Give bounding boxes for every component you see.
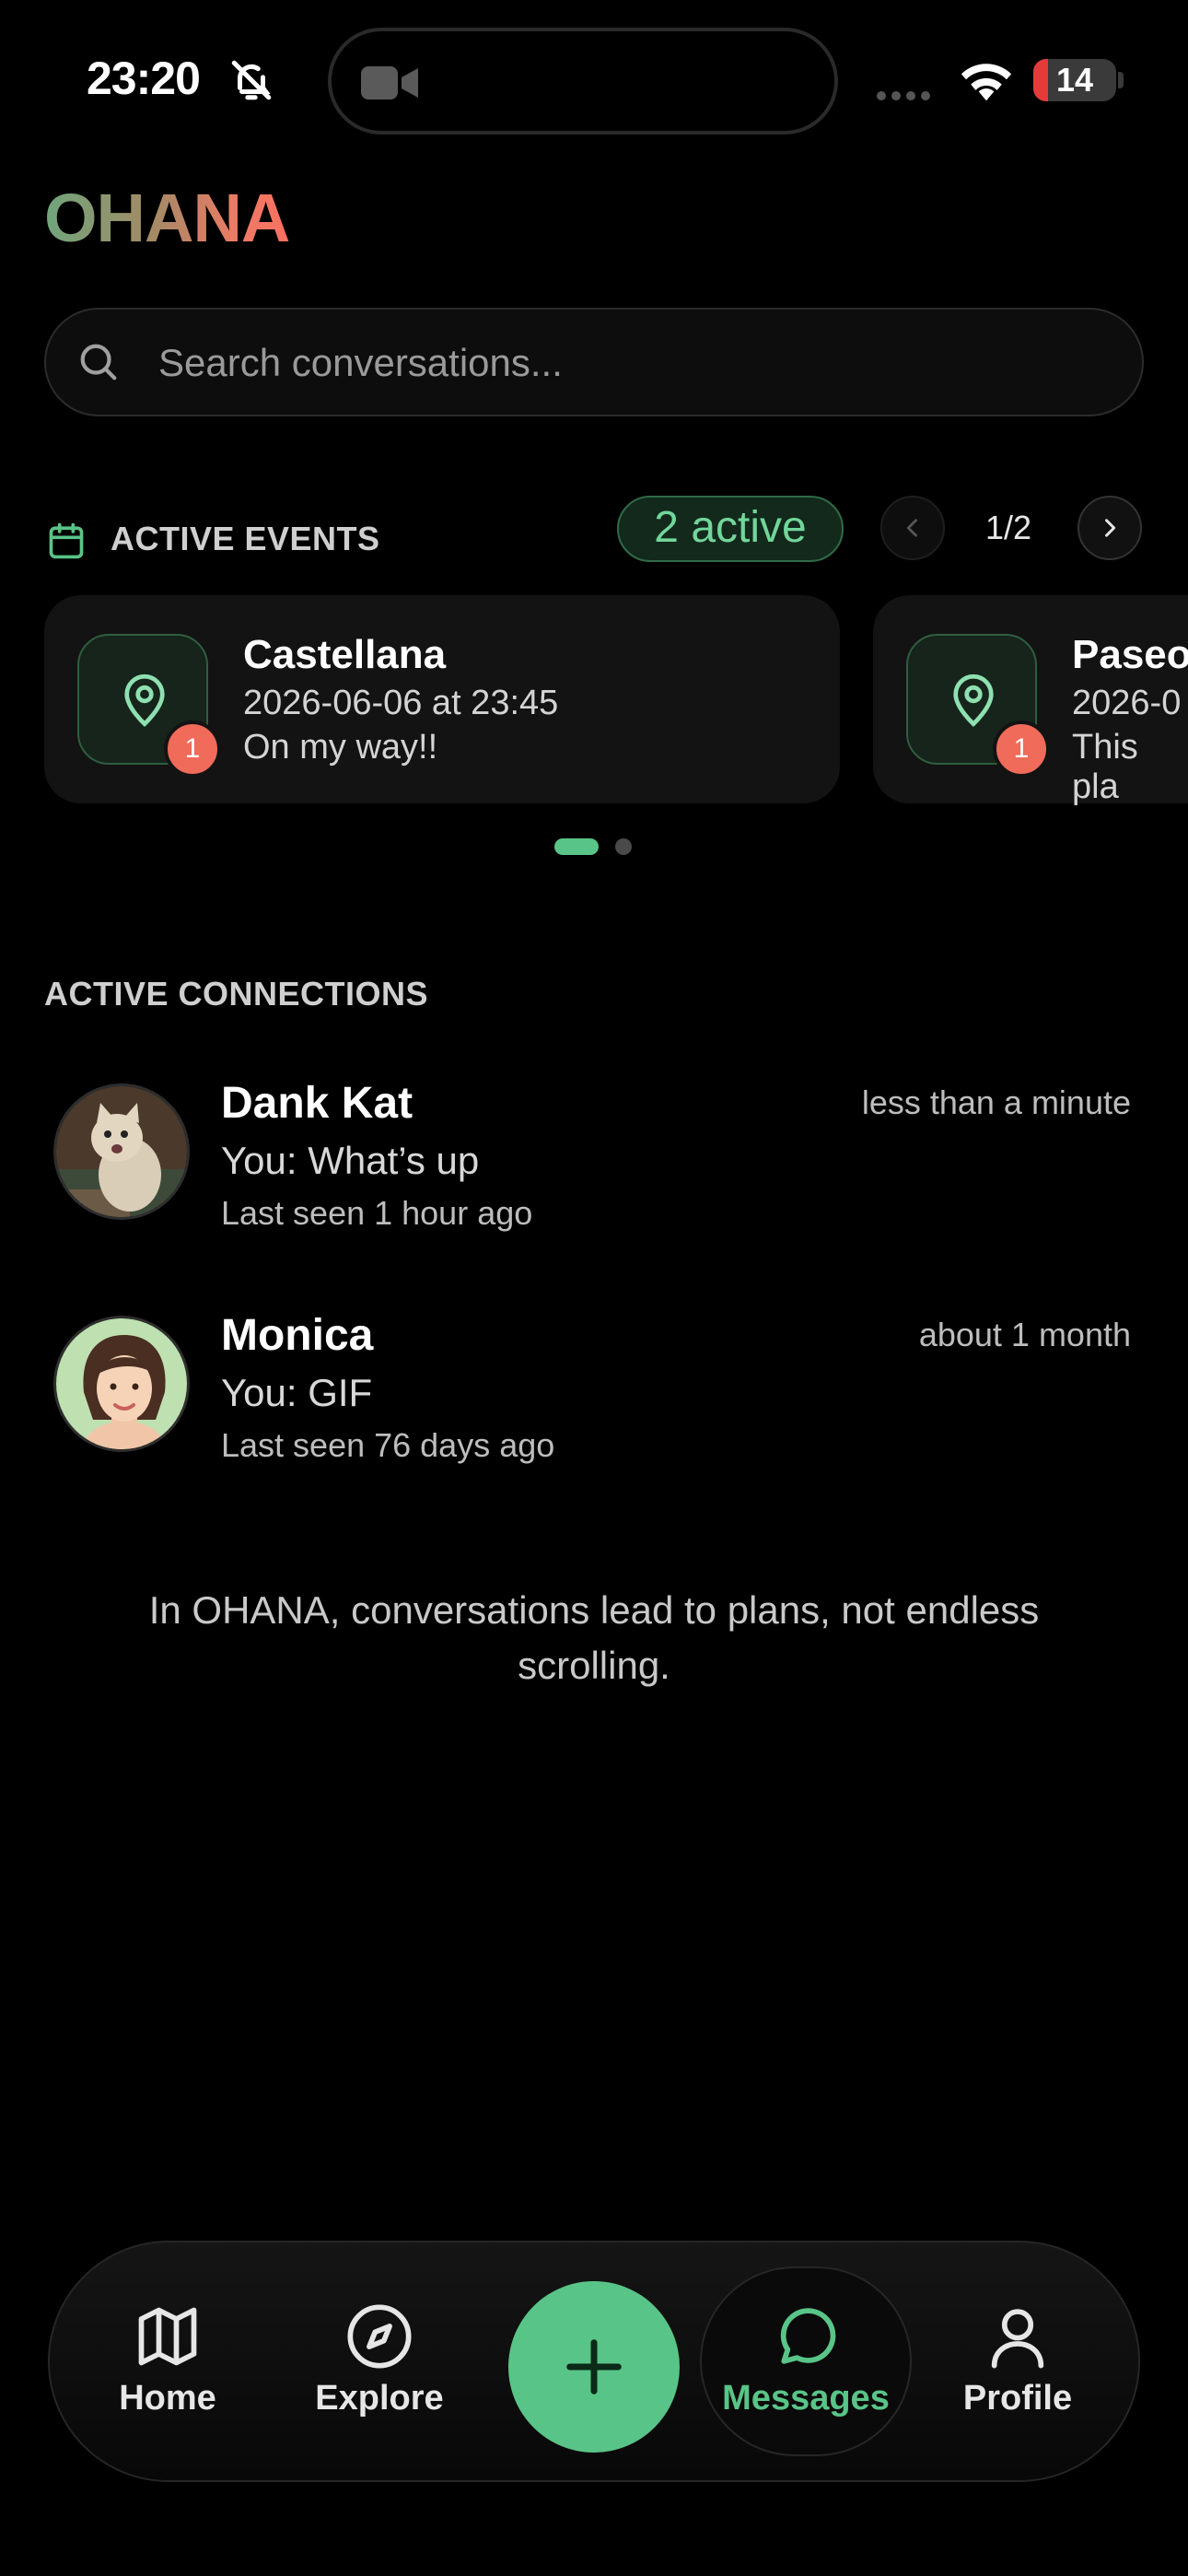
- carousel-dot-active[interactable]: [554, 838, 599, 855]
- event-name: Paseo: [1072, 632, 1188, 677]
- carousel-dot[interactable]: [615, 838, 632, 855]
- contact-name: Monica: [221, 1311, 374, 1360]
- wifi-icon: [961, 64, 1012, 101]
- user-icon: [991, 2309, 1044, 2369]
- event-name: Castellana: [243, 632, 447, 677]
- nav-explore[interactable]: Explore: [297, 2301, 462, 2418]
- chat-bubble-icon: [780, 2308, 836, 2364]
- message-time: less than a minute: [861, 1083, 1131, 1121]
- active-connections-title: ACTIVE CONNECTIONS: [44, 975, 429, 1013]
- active-count-badge: 2 active: [617, 496, 844, 562]
- cat-avatar-image: [56, 1086, 187, 1217]
- nav-profile[interactable]: Profile: [935, 2301, 1101, 2418]
- plus-icon: [566, 2339, 622, 2395]
- signal-dots: [877, 88, 936, 105]
- last-seen: Last seen 1 hour ago: [221, 1194, 533, 1232]
- battery-icon: 14: [1033, 59, 1116, 101]
- map-pin-icon: [124, 674, 165, 727]
- search-input[interactable]: [157, 330, 1100, 396]
- contact-name: Dank Kat: [221, 1079, 413, 1128]
- event-last-message: On my way!!: [243, 728, 438, 767]
- woman-avatar-image: [56, 1318, 187, 1449]
- create-button[interactable]: [508, 2281, 680, 2453]
- nav-explore-label: Explore: [315, 2379, 444, 2418]
- event-date: 2026-0: [1072, 684, 1182, 722]
- search-icon: [80, 344, 117, 381]
- unread-badge: 1: [993, 720, 1050, 778]
- video-camera-icon: [361, 66, 418, 100]
- status-time: 23:20: [87, 53, 201, 104]
- compass-icon: [347, 2304, 412, 2369]
- unread-badge: 1: [164, 720, 221, 778]
- event-last-message: This pla: [1072, 728, 1138, 806]
- nav-messages[interactable]: Messages: [714, 2301, 898, 2418]
- map-pin-icon: [953, 674, 994, 727]
- calendar-icon: [49, 522, 84, 559]
- nav-profile-label: Profile: [962, 2379, 1073, 2418]
- nav-home-label: Home: [119, 2379, 216, 2418]
- app-logo: OHANA: [44, 180, 290, 256]
- nav-home[interactable]: Home: [85, 2301, 250, 2418]
- battery-level: 14: [1055, 61, 1094, 99]
- page-indicator: 1/2: [984, 509, 1032, 546]
- chevron-right-icon: [1105, 519, 1116, 537]
- active-events-title: ACTIVE EVENTS: [111, 520, 380, 557]
- last-seen: Last seen 76 days ago: [221, 1426, 555, 1464]
- event-date: 2026-06-06 at 23:45: [243, 684, 559, 722]
- last-message: You: What’s up: [221, 1139, 480, 1182]
- avatar: [53, 1083, 190, 1220]
- bell-slash-icon: [231, 60, 272, 100]
- message-time: about 1 month: [918, 1316, 1131, 1353]
- battery-tip: [1118, 72, 1124, 88]
- map-icon: [138, 2307, 197, 2366]
- last-message: You: GIF: [221, 1371, 373, 1414]
- next-page-button[interactable]: [1077, 496, 1142, 560]
- tagline: In OHANA, conversations lead to plans, n…: [148, 1588, 1040, 1687]
- nav-messages-label: Messages: [722, 2379, 890, 2418]
- chevron-left-icon: [906, 519, 917, 537]
- avatar: [53, 1316, 190, 1452]
- previous-page-button[interactable]: [880, 496, 945, 560]
